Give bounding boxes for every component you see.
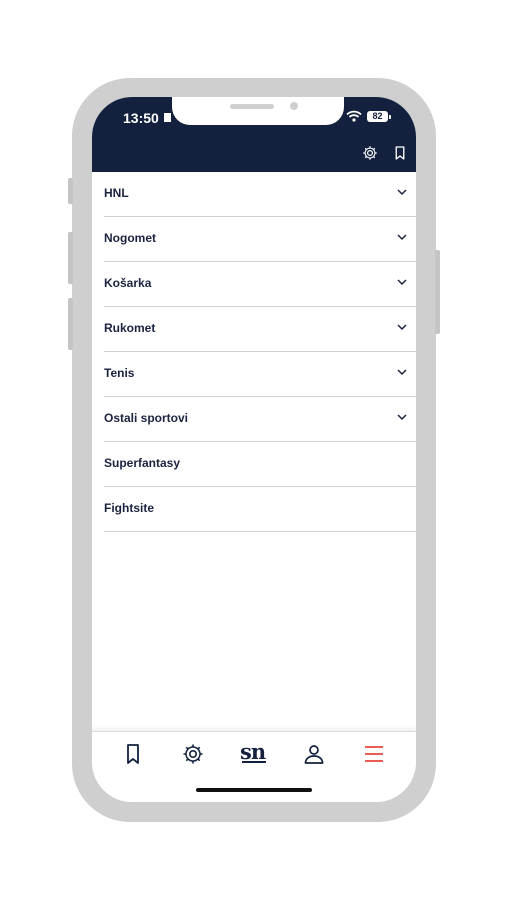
chevron-down-icon[interactable]: [396, 411, 408, 423]
status-time: 13:50: [123, 110, 159, 126]
menu-item-label: Nogomet: [104, 231, 156, 245]
menu-item-ostali-sportovi[interactable]: Ostali sportovi: [104, 397, 416, 442]
chevron-down-icon[interactable]: [396, 366, 408, 378]
gear-icon[interactable]: [361, 144, 379, 162]
chevron-down-icon[interactable]: [396, 186, 408, 198]
bookmark-icon[interactable]: [121, 742, 145, 766]
menu-item-label: Rukomet: [104, 321, 156, 335]
speaker-grille: [230, 104, 274, 109]
home-indicator: [196, 788, 312, 792]
menu-item-fightsite[interactable]: Fightsite: [104, 487, 416, 532]
hamburger-menu-icon[interactable]: [362, 742, 386, 766]
phone-screen: 13:50 82 HNL Nogomet Košarka Rukomet Ten…: [92, 97, 416, 802]
menu-item-kosarka[interactable]: Košarka: [104, 262, 416, 307]
sports-menu: HNL Nogomet Košarka Rukomet Tenis Ostali…: [104, 172, 416, 532]
front-camera: [290, 102, 298, 110]
menu-item-nogomet[interactable]: Nogomet: [104, 217, 416, 262]
menu-item-superfantasy[interactable]: Superfantasy: [104, 442, 416, 487]
chevron-down-icon[interactable]: [396, 276, 408, 288]
menu-item-tenis[interactable]: Tenis: [104, 352, 416, 397]
bottom-tab-bar: sn: [92, 731, 416, 802]
battery-indicator: 82: [367, 111, 391, 122]
wifi-icon: [346, 110, 362, 122]
volume-up-button: [68, 232, 73, 284]
menu-item-label: Fightsite: [104, 501, 154, 515]
chevron-down-icon[interactable]: [396, 231, 408, 243]
chevron-down-icon[interactable]: [396, 321, 408, 333]
menu-item-label: Ostali sportovi: [104, 411, 189, 425]
menu-item-label: Košarka: [104, 276, 152, 290]
phone-notch: [172, 97, 344, 125]
menu-item-label: HNL: [104, 186, 129, 200]
power-button: [435, 250, 440, 334]
menu-item-rukomet[interactable]: Rukomet: [104, 307, 416, 352]
silent-switch: [68, 178, 73, 204]
gear-icon[interactable]: [181, 742, 205, 766]
menu-item-label: Superfantasy: [104, 456, 181, 470]
bookmark-icon[interactable]: [391, 144, 409, 162]
logo-underline: [242, 761, 266, 763]
location-icon: [164, 113, 171, 122]
volume-down-button: [68, 298, 73, 350]
menu-item-hnl[interactable]: HNL: [104, 172, 416, 217]
menu-item-label: Tenis: [104, 366, 135, 380]
profile-icon[interactable]: [302, 742, 326, 766]
